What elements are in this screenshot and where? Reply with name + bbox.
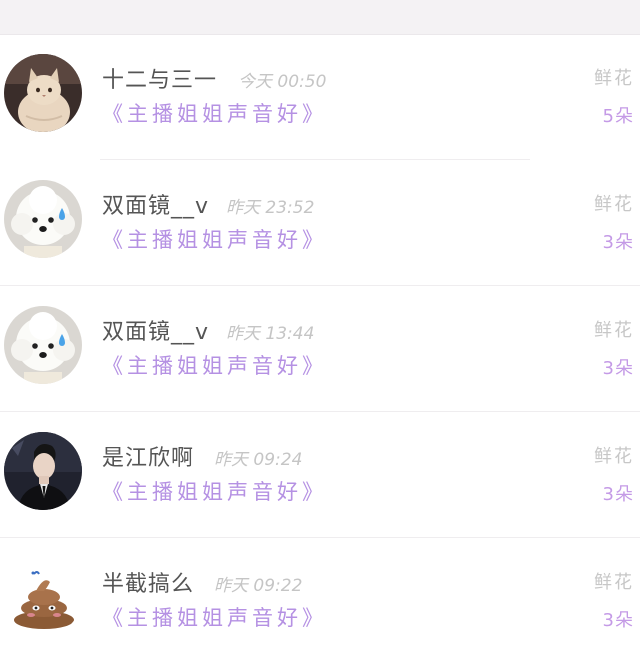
list-item[interactable]: 双面镜__v 昨天 23:52 《主播姐姐声音好》 鲜花 3朵 — [0, 160, 640, 286]
cat-avatar[interactable] — [4, 54, 82, 132]
man-portrait-avatar[interactable] — [4, 432, 82, 510]
message-time: 昨天 09:22 — [214, 576, 303, 596]
gift-count: 3朵 — [602, 484, 634, 505]
list-item[interactable]: 是江欣啊 昨天 09:24 《主播姐姐声音好》 鲜花 3朵 — [0, 412, 640, 538]
sender-name[interactable]: 半截搞么 — [102, 566, 194, 598]
sender-name[interactable]: 双面镜__v — [102, 188, 209, 220]
gift-count: 3朵 — [602, 610, 634, 631]
message-time: 昨天 09:24 — [214, 450, 303, 470]
gift-label: 鲜花 — [594, 446, 634, 467]
list-item[interactable]: 半截搞么 昨天 09:22 《主播姐姐声音好》 鲜花 3朵 — [0, 538, 640, 664]
message-list: 十二与三一 今天 00:50 《主播姐姐声音好》 鲜花 5朵 双面镜__v 昨天… — [0, 34, 640, 664]
poop-avatar[interactable] — [4, 558, 82, 636]
white-dog-avatar[interactable] — [4, 306, 82, 384]
message-text: 《主播姐姐声音好》 — [102, 606, 327, 630]
gift-count: 3朵 — [602, 232, 634, 253]
gift-label: 鲜花 — [594, 572, 634, 593]
message-time: 昨天 13:44 — [226, 324, 315, 344]
message-text: 《主播姐姐声音好》 — [102, 480, 327, 504]
gift-label: 鲜花 — [594, 320, 634, 341]
sender-name[interactable]: 双面镜__v — [102, 314, 209, 346]
gift-count: 3朵 — [602, 358, 634, 379]
message-time: 昨天 23:52 — [226, 198, 315, 218]
sender-name[interactable]: 十二与三一 — [102, 62, 217, 94]
top-bar — [0, 0, 640, 35]
gift-label: 鲜花 — [594, 68, 634, 89]
message-time: 今天 00:50 — [238, 72, 327, 92]
sender-name[interactable]: 是江欣啊 — [102, 440, 194, 472]
message-text: 《主播姐姐声音好》 — [102, 102, 327, 126]
gift-label: 鲜花 — [594, 194, 634, 215]
message-text: 《主播姐姐声音好》 — [102, 228, 327, 252]
list-item[interactable]: 双面镜__v 昨天 13:44 《主播姐姐声音好》 鲜花 3朵 — [0, 286, 640, 412]
white-dog-avatar[interactable] — [4, 180, 82, 258]
gift-count: 5朵 — [602, 106, 634, 127]
message-text: 《主播姐姐声音好》 — [102, 354, 327, 378]
list-item[interactable]: 十二与三一 今天 00:50 《主播姐姐声音好》 鲜花 5朵 — [0, 34, 640, 160]
